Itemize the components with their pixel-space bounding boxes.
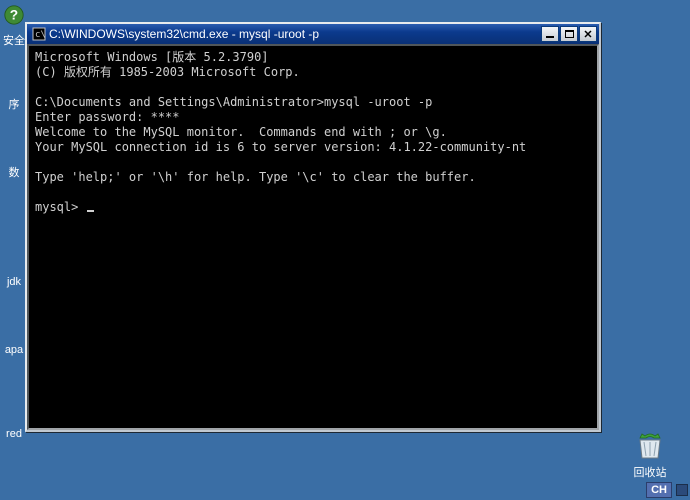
desktop-icon-num[interactable]: 数 bbox=[0, 164, 28, 180]
term-line: Welcome to the MySQL monitor. Commands e… bbox=[35, 125, 447, 139]
cmd-window: c\ C:\WINDOWS\system32\cmd.exe - mysql -… bbox=[25, 22, 601, 432]
term-prompt: mysql> bbox=[35, 200, 86, 214]
recycle-bin-label: 回收站 bbox=[620, 464, 680, 480]
desktop-icon-label: 序 bbox=[9, 99, 20, 111]
desktop-icon-red[interactable]: red bbox=[0, 428, 28, 440]
cmd-icon: c\ bbox=[32, 27, 46, 41]
svg-text:?: ? bbox=[10, 8, 18, 23]
term-line: Enter password: **** bbox=[35, 110, 180, 124]
recycle-bin[interactable]: 回收站 bbox=[620, 430, 680, 480]
term-line: Type 'help;' or '\h' for help. Type '\c'… bbox=[35, 170, 476, 184]
close-button[interactable]: ✕ bbox=[579, 26, 597, 42]
desktop-icon-label: jdk bbox=[7, 276, 21, 288]
term-line: Your MySQL connection id is 6 to server … bbox=[35, 140, 526, 154]
taskbar: CH bbox=[646, 480, 690, 500]
desktop-icon-label: 数 bbox=[9, 167, 20, 179]
minimize-button[interactable] bbox=[541, 26, 559, 42]
term-line: (C) 版权所有 1985-2003 Microsoft Corp. bbox=[35, 65, 300, 79]
term-line: Microsoft Windows [版本 5.2.3790] bbox=[35, 50, 269, 64]
desktop-icon-security[interactable]: 安全 bbox=[0, 32, 28, 48]
ime-indicator[interactable]: CH bbox=[646, 482, 672, 498]
terminal-output[interactable]: Microsoft Windows [版本 5.2.3790] (C) 版权所有… bbox=[27, 44, 599, 430]
window-buttons: ✕ bbox=[540, 26, 597, 42]
window-title: C:\WINDOWS\system32\cmd.exe - mysql -uro… bbox=[49, 27, 540, 41]
window-titlebar[interactable]: c\ C:\WINDOWS\system32\cmd.exe - mysql -… bbox=[27, 24, 599, 44]
desktop-icon-label: red bbox=[6, 428, 22, 440]
desktop-icon-label: apa bbox=[5, 344, 23, 356]
desktop-icon-jdk[interactable]: jdk bbox=[0, 276, 28, 288]
maximize-button[interactable] bbox=[560, 26, 578, 42]
desktop-icon-label: 安全 bbox=[3, 35, 25, 47]
desktop-icon-apa[interactable]: apa bbox=[0, 344, 28, 356]
term-line: C:\Documents and Settings\Administrator>… bbox=[35, 95, 432, 109]
desktop-help-icon[interactable]: ? bbox=[0, 4, 28, 26]
tray-icon[interactable] bbox=[676, 484, 688, 496]
svg-text:c\: c\ bbox=[35, 30, 46, 40]
desktop-icon-order[interactable]: 序 bbox=[0, 96, 28, 112]
cursor bbox=[87, 210, 94, 212]
